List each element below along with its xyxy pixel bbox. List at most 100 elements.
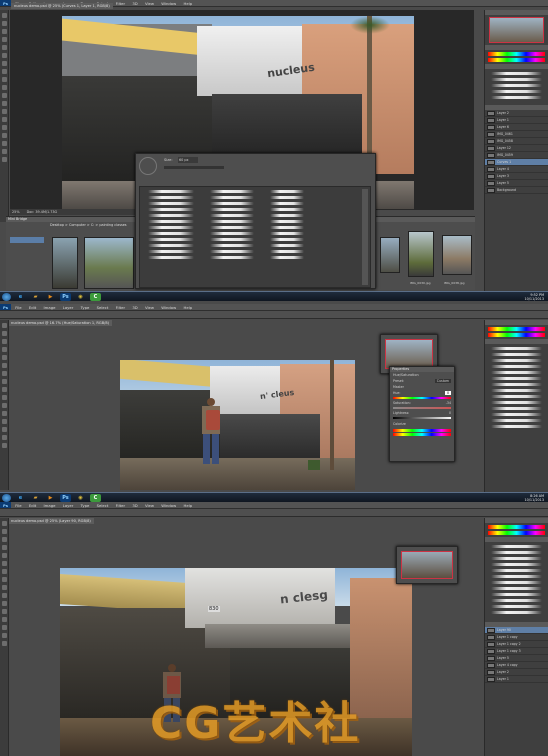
bridge-thumb[interactable] — [442, 235, 472, 275]
pen-tool-icon[interactable] — [1, 617, 7, 622]
menu-image[interactable]: Image — [41, 304, 59, 310]
brush-presets-header[interactable] — [485, 339, 548, 344]
pen-tool-icon[interactable] — [1, 419, 7, 424]
healing-tool-icon[interactable] — [1, 569, 7, 574]
menu-window[interactable]: Window — [158, 304, 179, 310]
menu-view[interactable]: View — [142, 304, 157, 310]
layer-row[interactable]: Layer 4 — [485, 166, 548, 173]
document-tab[interactable]: nucleus demo.psd @ 25% (Layer 90, RGB/8) — [8, 518, 94, 524]
menu-help[interactable]: Help — [181, 502, 196, 508]
color-ramp[interactable] — [488, 58, 545, 62]
brush-preset[interactable] — [491, 389, 542, 392]
color-header[interactable] — [485, 320, 548, 325]
layer-row[interactable]: Layer 5 — [485, 180, 548, 187]
menu-help[interactable]: Help — [181, 0, 196, 6]
eyedropper-tool-icon[interactable] — [1, 53, 7, 58]
media-player-icon[interactable]: ▶ — [45, 494, 56, 502]
color-header[interactable] — [485, 45, 548, 50]
color-ramp[interactable] — [488, 525, 545, 529]
brush-preset[interactable] — [491, 78, 542, 81]
layer-row[interactable]: Layer 5 — [485, 655, 548, 662]
layer-row[interactable]: Background — [485, 187, 548, 194]
brush-preset[interactable] — [491, 581, 542, 584]
move-tool-icon[interactable] — [1, 521, 7, 526]
brush-tool-icon[interactable] — [1, 69, 7, 74]
layer-row[interactable]: Layer 2 — [485, 669, 548, 676]
brush-preset[interactable] — [491, 72, 542, 75]
photoshop-icon[interactable]: Ps — [60, 292, 71, 301]
document-tab[interactable]: nucleus demo.psd @ 16.7% (Hue/Saturation… — [8, 320, 113, 326]
hand-tool-icon[interactable] — [1, 149, 7, 154]
eraser-tool-icon[interactable] — [1, 93, 7, 98]
menu-3d[interactable]: 3D — [129, 304, 140, 310]
brush-preset[interactable] — [491, 605, 542, 608]
brush-preset[interactable] — [491, 359, 542, 362]
menu-filter[interactable]: Filter — [113, 502, 128, 508]
zoom-tool-icon[interactable] — [1, 641, 7, 646]
layer-row[interactable]: Layer 4 copy — [485, 662, 548, 669]
lasso-tool-icon[interactable] — [1, 537, 7, 542]
brush-preset[interactable] — [491, 575, 542, 578]
layer-row-selected[interactable]: Layer 90 — [485, 627, 548, 634]
brush-preset[interactable] — [491, 599, 542, 602]
brush-preset[interactable] — [491, 90, 542, 93]
color-header[interactable] — [485, 518, 548, 523]
start-button[interactable] — [2, 292, 11, 301]
bridge-thumb[interactable] — [408, 231, 434, 277]
menu-file[interactable]: File — [12, 304, 24, 310]
brush-preset[interactable] — [491, 371, 542, 374]
menu-filter[interactable]: Filter — [113, 0, 128, 6]
path-select-icon[interactable] — [1, 133, 7, 138]
marquee-tool-icon[interactable] — [1, 529, 7, 534]
navigator-preview[interactable] — [489, 17, 544, 43]
brush-preset[interactable] — [491, 401, 542, 404]
canvas-image[interactable]: n' cleus — [120, 360, 355, 490]
brush-preset[interactable] — [491, 569, 542, 572]
brush-tool-icon[interactable] — [1, 379, 7, 384]
move-tool-icon[interactable] — [1, 323, 7, 328]
brush-preset[interactable] — [491, 347, 542, 350]
preset-value[interactable]: Custom — [434, 379, 451, 383]
menu-file[interactable]: File — [12, 502, 24, 508]
navigator-preview[interactable] — [401, 551, 453, 579]
menu-layer[interactable]: Layer — [60, 304, 77, 310]
type-tool-icon[interactable] — [1, 427, 7, 432]
saturation-row[interactable]: Saturation: -34 — [390, 400, 454, 406]
move-tool-icon[interactable] — [1, 13, 7, 18]
dodge-tool-icon[interactable] — [1, 609, 7, 614]
color-ramp[interactable] — [488, 52, 545, 56]
brush-preset[interactable] — [491, 96, 542, 99]
lightness-row[interactable]: Lightness: 0 — [390, 410, 454, 416]
navigator-header[interactable] — [485, 10, 548, 15]
hue-row[interactable]: Hue: 0 — [390, 390, 454, 396]
navigator-preview[interactable] — [385, 339, 433, 369]
colorize-checkbox[interactable]: Colorize — [390, 420, 454, 428]
crop-tool-icon[interactable] — [1, 355, 7, 360]
shape-tool-icon[interactable] — [1, 141, 7, 146]
menu-view[interactable]: View — [142, 0, 157, 6]
saturation-slider[interactable] — [393, 407, 451, 409]
dodge-tool-icon[interactable] — [1, 411, 7, 416]
brush-size-slider[interactable] — [164, 166, 224, 169]
hand-tool-icon[interactable] — [1, 633, 7, 638]
eraser-tool-icon[interactable] — [1, 395, 7, 400]
menu-layer[interactable]: Layer — [60, 502, 77, 508]
menu-window[interactable]: Window — [158, 0, 179, 6]
lasso-tool-icon[interactable] — [1, 339, 7, 344]
stamp-tool-icon[interactable] — [1, 387, 7, 392]
quick-select-tool-icon[interactable] — [1, 37, 7, 42]
menu-view[interactable]: View — [142, 502, 157, 508]
layer-row[interactable]: IMG_0459 — [485, 152, 548, 159]
camtasia-icon[interactable]: C — [90, 493, 101, 502]
menu-ps-logo[interactable]: Ps — [0, 502, 11, 508]
gradient-tool-icon[interactable] — [1, 601, 7, 606]
layer-row[interactable]: Layer 1 copy 2 — [485, 641, 548, 648]
brush-presets-header[interactable] — [485, 537, 548, 542]
brush-preset[interactable] — [491, 611, 542, 614]
menu-3d[interactable]: 3D — [129, 0, 140, 6]
menu-type[interactable]: Type — [78, 502, 93, 508]
folder-icon[interactable]: ▰ — [30, 494, 41, 502]
photoshop-icon[interactable]: Ps — [60, 493, 71, 502]
brush-tool-icon[interactable] — [1, 577, 7, 582]
history-brush-icon[interactable] — [1, 85, 7, 90]
